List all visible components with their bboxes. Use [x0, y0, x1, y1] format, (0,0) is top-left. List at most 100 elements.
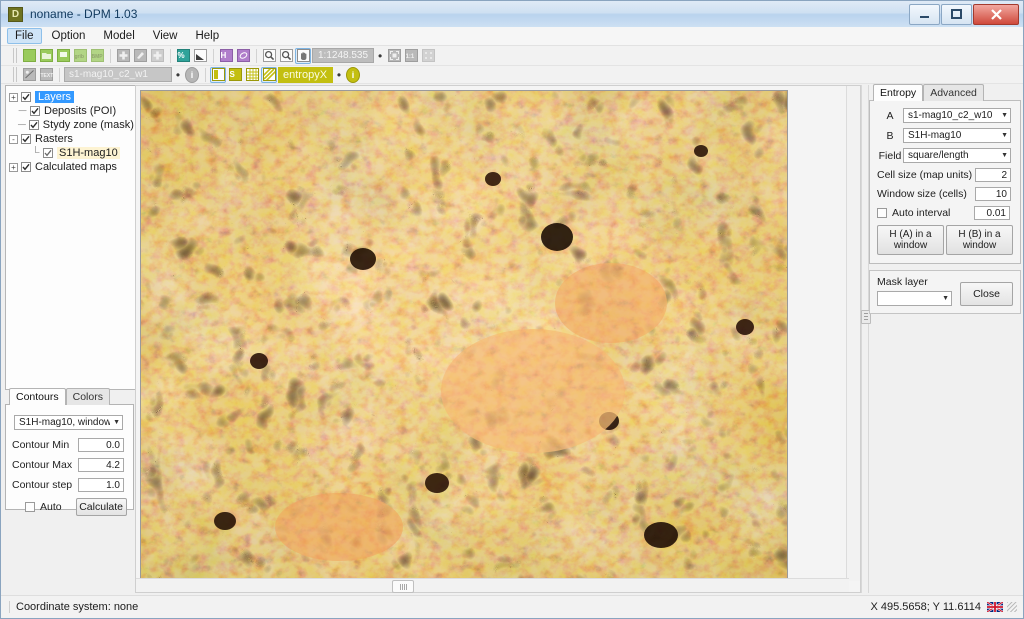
new-file-icon[interactable] [21, 48, 37, 64]
raster-visibility-icon[interactable] [21, 67, 37, 83]
chevron-down-icon: ▼ [1001, 112, 1008, 119]
close-button[interactable] [973, 4, 1019, 25]
ellipse-tool-icon[interactable] [235, 48, 251, 64]
auto-interval-checkbox[interactable] [877, 208, 887, 218]
grid-overlay-icon[interactable] [244, 67, 260, 83]
color-ramp-icon[interactable] [210, 67, 226, 83]
entropy-b-row: B S1H-mag10 ▼ [877, 128, 1013, 143]
layer-selector-combo[interactable]: s1-mag10_c2_w1 [64, 67, 172, 82]
layer-checkbox[interactable] [43, 148, 53, 158]
chevron-down-icon: ▼ [942, 295, 949, 302]
delete-layer-icon[interactable] [149, 48, 165, 64]
layer-checkbox[interactable] [21, 92, 31, 102]
grid-icon[interactable] [420, 48, 436, 64]
tab-colors[interactable]: Colors [66, 388, 110, 405]
canvas-vertical-scrollbar[interactable] [846, 86, 860, 581]
maximize-button[interactable] [941, 4, 972, 25]
menu-model[interactable]: Model [95, 28, 142, 44]
scale-dropdown-dot[interactable]: • [374, 49, 386, 63]
tree-item-deposits[interactable]: ─ Deposits (POI) [18, 104, 133, 118]
resize-grip-icon[interactable] [1007, 602, 1017, 612]
toolbar-grip-2[interactable] [13, 67, 17, 82]
active-map-label[interactable]: entropyX [278, 67, 333, 83]
fit-extent-icon[interactable] [386, 48, 402, 64]
layer-dropdown-dot[interactable]: • [172, 68, 184, 82]
tree-item-study-zone[interactable]: ─ Stydy zone (mask) [18, 118, 133, 132]
map-dropdown-dot[interactable]: • [333, 68, 345, 82]
percent-icon[interactable]: % [175, 48, 191, 64]
tree-item-s1h-mag10[interactable]: └ S1H-mag10 [31, 146, 133, 160]
open-folder-icon[interactable] [38, 48, 54, 64]
menu-view[interactable]: View [145, 28, 186, 44]
contour-max-row: Contour Max 4.2 [12, 458, 127, 472]
map-scale-display[interactable]: 1:1248.535 [312, 48, 374, 63]
collapse-icon[interactable]: - [9, 135, 18, 144]
contour-min-input[interactable]: 0.0 [78, 438, 124, 452]
tree-item-label: S1H-mag10 [57, 147, 120, 159]
map-canvas-area[interactable] [135, 85, 861, 593]
minimize-button[interactable] [909, 4, 940, 25]
save-icon[interactable] [55, 48, 71, 64]
one-to-one-button[interactable]: 1:1 [403, 48, 419, 64]
entropy-field-combo[interactable]: square/length ▼ [903, 148, 1011, 163]
menu-help[interactable]: Help [187, 28, 227, 44]
chevron-down-icon: ▼ [1001, 132, 1008, 139]
entropy-a-value: s1-mag10_c2_w10 [908, 110, 993, 121]
layer-info-icon[interactable]: i [184, 67, 200, 83]
h-b-window-button[interactable]: H (B) in a window [946, 225, 1013, 255]
menu-file[interactable]: File [7, 28, 42, 44]
layer-checkbox[interactable] [21, 134, 31, 144]
window-size-row: Window size (cells) 10 [877, 187, 1013, 201]
zoom-out-icon[interactable] [278, 48, 294, 64]
export-bmp-icon[interactable]: BMP [89, 48, 105, 64]
thin-section-image[interactable] [140, 90, 788, 582]
application-window: D noname - DPM 1.03 File Option Model Vi… [0, 0, 1024, 619]
toolbar-grip[interactable] [13, 48, 17, 63]
close-panel-button[interactable]: Close [960, 282, 1013, 306]
zoom-in-icon[interactable] [261, 48, 277, 64]
histogram-icon[interactable] [192, 48, 208, 64]
entropy-a-combo[interactable]: s1-mag10_c2_w10 ▼ [903, 108, 1011, 123]
menu-option[interactable]: Option [44, 28, 94, 44]
locale-flag-icon[interactable] [987, 602, 1003, 612]
layer-checkbox[interactable] [21, 162, 31, 172]
h-entropy-icon[interactable]: H [218, 48, 234, 64]
map-info-icon[interactable]: i [345, 67, 361, 83]
contour-step-input[interactable]: 1.0 [78, 478, 124, 492]
expander-icon[interactable]: + [9, 163, 18, 172]
calculate-button[interactable]: Calculate [76, 498, 127, 516]
window-size-input[interactable]: 10 [975, 187, 1011, 201]
tab-contours[interactable]: Contours [9, 388, 66, 405]
cell-size-input[interactable]: 2 [975, 168, 1011, 182]
text-label-icon[interactable]: TEXT [38, 67, 54, 83]
tab-entropy[interactable]: Entropy [873, 84, 923, 101]
layer-checkbox[interactable] [30, 106, 40, 116]
pan-hand-icon[interactable] [295, 48, 311, 64]
toolbar-separator-5 [59, 68, 60, 82]
hatch-fill-icon[interactable] [261, 67, 277, 83]
tree-branch-icon: ─ [18, 121, 26, 130]
canvas-horizontal-scrollbar[interactable] [136, 578, 849, 592]
tree-item-layers[interactable]: + Layers [9, 90, 133, 104]
mask-layer-combo[interactable]: ▼ [877, 291, 952, 306]
menu-bar: File Option Model View Help [1, 27, 1023, 46]
export-grid-icon[interactable]: grib [72, 48, 88, 64]
auto-checkbox[interactable] [25, 502, 35, 512]
entropy-field-label: Field [877, 150, 903, 162]
horizontal-scroll-thumb[interactable] [392, 580, 414, 593]
add-layer-icon[interactable] [115, 48, 131, 64]
panel-splitter[interactable] [861, 85, 869, 593]
shade-icon[interactable]: S [227, 67, 243, 83]
tree-item-calculated-maps[interactable]: + Calculated maps [9, 160, 133, 174]
contour-max-input[interactable]: 4.2 [78, 458, 124, 472]
entropy-b-combo[interactable]: S1H-mag10 ▼ [903, 128, 1011, 143]
contour-source-combo[interactable]: S1H-mag10, window:10, ▼ [14, 415, 123, 430]
tab-advanced[interactable]: Advanced [923, 84, 984, 101]
h-a-window-button[interactable]: H (A) in a window [877, 225, 944, 255]
edit-layer-icon[interactable] [132, 48, 148, 64]
auto-interval-input[interactable]: 0.01 [974, 206, 1010, 220]
layer-checkbox[interactable] [29, 120, 39, 130]
chevron-down-icon: ▼ [1001, 152, 1008, 159]
tree-item-rasters[interactable]: - Rasters [9, 132, 133, 146]
expander-icon[interactable]: + [9, 93, 18, 102]
